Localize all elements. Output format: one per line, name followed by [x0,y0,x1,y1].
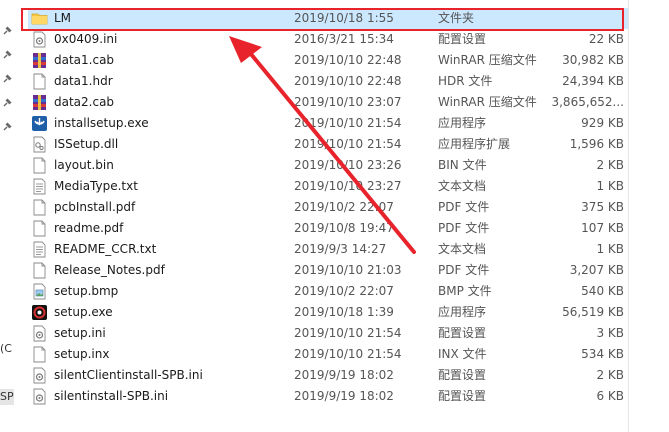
annotation-arrow-shaft [244,46,416,254]
annotation-arrow [229,36,416,254]
